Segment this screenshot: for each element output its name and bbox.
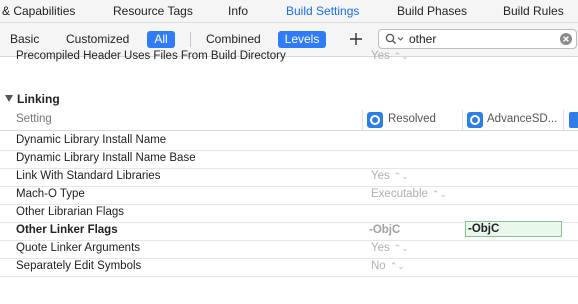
tab-capabilities[interactable]: & Capabilities bbox=[2, 0, 75, 22]
setting-column-header: Setting bbox=[16, 113, 52, 125]
resolved-value: -ObjC bbox=[369, 224, 401, 236]
table-row[interactable]: Mach-O Type Executable ⌃⌄ bbox=[0, 186, 578, 205]
table-row[interactable]: Quote Linker Arguments Yes ⌃⌄ bbox=[0, 240, 578, 259]
document-icon bbox=[569, 112, 578, 128]
tab-info[interactable]: Info bbox=[228, 0, 248, 22]
divider bbox=[190, 32, 191, 47]
table-row[interactable]: Dynamic Library Install Name bbox=[0, 132, 578, 151]
levels-view-button[interactable]: Levels bbox=[278, 31, 326, 48]
editor-tab-bar: & Capabilities Resource Tags Info Build … bbox=[0, 0, 578, 23]
tab-build-rules[interactable]: Build Rules bbox=[503, 0, 564, 22]
customized-filter-button[interactable]: Customized bbox=[66, 31, 129, 48]
linking-section-header[interactable]: Linking bbox=[0, 90, 578, 108]
column-divider[interactable] bbox=[462, 110, 463, 130]
basic-filter-button[interactable]: Basic bbox=[10, 31, 39, 48]
search-input[interactable]: other bbox=[409, 32, 436, 46]
setting-label: Mach-O Type bbox=[16, 188, 85, 200]
target-icon bbox=[467, 112, 483, 128]
stepper-icon: ⌃⌄ bbox=[389, 261, 405, 271]
table-row[interactable]: Dynamic Library Install Name Base bbox=[0, 150, 578, 169]
column-divider[interactable] bbox=[563, 110, 564, 130]
setting-value[interactable]: No ⌃⌄ bbox=[371, 260, 405, 272]
setting-value[interactable]: Yes ⌃⌄ bbox=[371, 170, 409, 182]
stepper-icon: ⌃⌄ bbox=[393, 51, 409, 61]
resolved-column-header: Resolved bbox=[388, 113, 436, 125]
column-header-row: Setting Resolved AdvanceSD... bbox=[0, 110, 578, 131]
search-field[interactable]: other bbox=[378, 29, 577, 49]
stepper-icon: ⌃⌄ bbox=[393, 243, 409, 253]
search-icon bbox=[385, 33, 405, 49]
column-divider[interactable] bbox=[362, 110, 363, 130]
setting-value[interactable]: Yes ⌃⌄ bbox=[371, 50, 409, 62]
clear-icon[interactable] bbox=[560, 33, 572, 48]
setting-label: Dynamic Library Install Name Base bbox=[16, 152, 196, 164]
disclosure-triangle-icon[interactable] bbox=[5, 95, 13, 102]
setting-label: Quote Linker Arguments bbox=[16, 242, 141, 254]
all-filter-button[interactable]: All bbox=[147, 31, 175, 48]
combined-view-button[interactable]: Combined bbox=[206, 31, 261, 48]
target-column-header: AdvanceSD... bbox=[487, 113, 558, 125]
setting-label: Other Linker Flags bbox=[16, 224, 118, 236]
tab-resource-tags[interactable]: Resource Tags bbox=[113, 0, 193, 22]
stepper-icon: ⌃⌄ bbox=[431, 189, 447, 199]
plus-icon[interactable] bbox=[346, 27, 366, 51]
other-linker-flags-input[interactable]: -ObjC bbox=[465, 221, 562, 237]
table-row[interactable]: Separately Edit Symbols No ⌃⌄ bbox=[0, 258, 578, 277]
setting-value[interactable]: Executable ⌃⌄ bbox=[371, 188, 447, 200]
setting-label: Other Librarian Flags bbox=[16, 206, 125, 218]
table-row[interactable]: Link With Standard Libraries Yes ⌃⌄ bbox=[0, 168, 578, 187]
stepper-icon: ⌃⌄ bbox=[393, 171, 409, 181]
setting-value[interactable]: Yes ⌃⌄ bbox=[371, 242, 409, 254]
section-title: Linking bbox=[17, 92, 60, 106]
tab-build-phases[interactable]: Build Phases bbox=[397, 0, 467, 22]
setting-label: Separately Edit Symbols bbox=[16, 260, 142, 272]
target-icon bbox=[367, 112, 383, 128]
setting-label: Precompiled Header Uses Files From Build… bbox=[16, 50, 286, 62]
setting-label: Link With Standard Libraries bbox=[16, 170, 161, 182]
setting-label: Dynamic Library Install Name bbox=[16, 134, 167, 146]
setting-row-precompiled-header[interactable]: Precompiled Header Uses Files From Build… bbox=[0, 50, 578, 64]
tab-build-settings[interactable]: Build Settings bbox=[286, 0, 359, 22]
